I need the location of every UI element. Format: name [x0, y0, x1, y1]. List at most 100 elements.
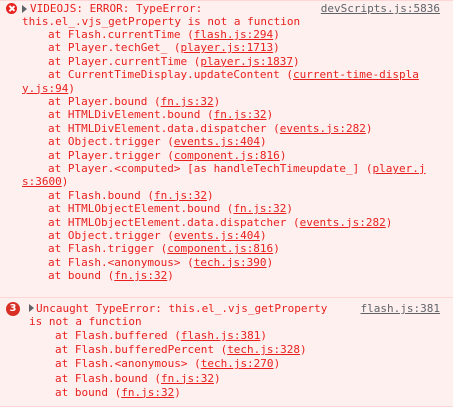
stack-frame-source-link[interactable]: y.js:94 — [22, 82, 68, 95]
stack-frame-source-link[interactable]: s:3600 — [22, 175, 62, 188]
stack-frame-source-link[interactable]: tech.js:270 — [201, 357, 274, 370]
stack-frame-text: at Flash.<anonymous> ( — [55, 357, 201, 371]
stack-frame: at bound (fn.js:32) — [55, 386, 181, 399]
stack-frame-source-link[interactable]: flash.js:381 — [181, 329, 260, 342]
stack-frame-source-link[interactable]: events.js:404 — [174, 135, 260, 148]
stack-frame: at Flash.buffered (flash.js:381) — [55, 329, 267, 342]
stack-frame-suffix: ) — [279, 148, 287, 162]
stack-frame: at Player.currentTime (player.js:1837) — [48, 55, 300, 68]
stack-frame: at Player.bound (fn.js:32) — [48, 95, 220, 108]
stack-frame-suffix: ) — [266, 108, 274, 122]
stack-frame-suffix: ) — [174, 385, 181, 399]
stack-frame-source-link[interactable]: player.j — [373, 162, 426, 175]
expand-arrow-icon[interactable] — [29, 304, 34, 312]
stack-frame-suffix: ) — [259, 229, 267, 242]
stack-frame-text: at Player.<computed> [as handleTechTimeu… — [48, 162, 373, 175]
stack-frame-text: at Player.currentTime ( — [48, 54, 201, 68]
stack-frame-source-link[interactable]: fn.js:32 — [154, 189, 207, 202]
stack-frame-source-link[interactable]: player.js:1837 — [200, 55, 293, 68]
stack-frame-suffix: ) — [286, 202, 294, 216]
stack-frame-text: at HTMLObjectElement.bound ( — [48, 202, 234, 216]
stack-frame-text: at Player.bound ( — [48, 95, 161, 108]
stack-frame-suffix: ) — [167, 269, 174, 283]
stack-frame-suffix: ) — [206, 188, 214, 202]
stack-frame: at CurrentTimeDisplay.updateContent (cur… — [48, 68, 419, 81]
message-source-link[interactable]: devScripts.js:5836 — [321, 2, 440, 15]
message-header: Uncaught TypeError: this.el_.vjs_getProp… — [36, 302, 328, 315]
devtools-console: VIDEOJS: ERROR: TypeError: devScripts.js… — [0, 0, 453, 409]
stack-frame-source-link[interactable]: fn.js:32 — [161, 95, 214, 108]
stack-frame-text: at Flash.bufferedPercent ( — [55, 343, 228, 357]
stack-frame: at Object.trigger (events.js:404) — [48, 229, 267, 242]
stack-frame-text: at HTMLDivElement.data.dispatcher ( — [48, 121, 280, 135]
stack-frame-suffix: ) — [273, 357, 281, 371]
stack-frame-source-link[interactable]: component.js:816 — [174, 149, 280, 162]
stack-frame-text: at HTMLObjectElement.data.dispatcher ( — [48, 215, 300, 229]
stack-frame-text: at bound ( — [48, 269, 115, 283]
stack-frame-text: at HTMLDivElement.bound ( — [48, 108, 214, 122]
stack-frame: at Flash.<anonymous> (tech.js:270) — [55, 357, 280, 370]
stack-frame-text: at Player.trigger ( — [48, 148, 174, 162]
stack-frame: at Flash.currentTime (flash.js:294) — [48, 28, 280, 41]
stack-frame: at Flash.bufferedPercent (tech.js:328) — [55, 343, 307, 356]
stack-frame-text: at Flash.bound ( — [48, 188, 154, 202]
stack-frame-suffix: ) — [273, 41, 280, 55]
stack-frame-suffix: ) — [213, 95, 221, 108]
stack-frame-source-link[interactable]: player.js:1713 — [180, 41, 273, 54]
stack-frame-source-link[interactable]: fn.js:32 — [214, 108, 267, 121]
stack-frame-text: at Flash.<anonymous> ( — [48, 255, 194, 269]
stack-frame-source-link[interactable]: fn.js:32 — [161, 372, 214, 385]
message-text: this.el_.vjs_getProperty is not a functi… — [22, 15, 301, 28]
stack-frame-source-link[interactable]: fn.js:32 — [121, 386, 174, 399]
stack-frame-suffix: ) — [273, 242, 280, 256]
stack-frame: at Flash.bound (fn.js:32) — [55, 372, 221, 385]
stack-frame-suffix: ) — [260, 329, 267, 342]
stack-frame-suffix: ) — [300, 343, 307, 357]
stack-frame-source-link[interactable]: current-time-displa — [293, 68, 419, 81]
stack-frame-source-link[interactable]: events.js:282 — [280, 122, 366, 135]
stack-frame: at Flash.bound (fn.js:32) — [48, 189, 214, 202]
stack-frame-suffix: ) — [273, 28, 280, 41]
stack-frame: at bound (fn.js:32) — [48, 269, 174, 282]
stack-frame-source-link[interactable]: events.js:404 — [174, 229, 260, 242]
stack-frame: at HTMLDivElement.bound (fn.js:32) — [48, 108, 273, 121]
expand-arrow-icon[interactable] — [22, 5, 27, 13]
stack-frame: at HTMLDivElement.data.dispatcher (event… — [48, 122, 373, 135]
stack-frame-source-link[interactable]: component.js:816 — [167, 242, 273, 255]
stack-frame-suffix: ) — [61, 175, 69, 189]
error-count-badge: 3 — [6, 302, 20, 316]
stack-frame-text: at Flash.trigger ( — [48, 242, 168, 256]
stack-frame: at HTMLObjectElement.data.dispatcher (ev… — [48, 216, 392, 229]
stack-frame: at Player.techGet_ (player.js:1713) — [48, 41, 280, 54]
stack-frame-text: at bound ( — [55, 385, 122, 399]
stack-frame-source-link[interactable]: tech.js:328 — [227, 343, 300, 356]
stack-frame-source-link[interactable]: fn.js:32 — [233, 202, 286, 215]
stack-frame-text: at Player.techGet_ ( — [48, 41, 181, 55]
stack-frame: at Player.<computed> [as handleTechTimeu… — [48, 162, 426, 175]
stack-frame: at Object.trigger (events.js:404) — [48, 135, 267, 148]
console-error-message: 3 Uncaught TypeError: this.el_.vjs_getPr… — [0, 297, 453, 407]
stack-frame: at Flash.<anonymous> (tech.js:390) — [48, 256, 273, 269]
stack-frame-text: at Object.trigger ( — [48, 135, 174, 149]
stack-frame-text: at Flash.buffered ( — [55, 329, 181, 342]
stack-frame-source-link[interactable]: flash.js:294 — [194, 28, 273, 41]
stack-frame-text: at CurrentTimeDisplay.updateContent ( — [48, 68, 294, 82]
stack-frame: at Player.trigger (component.js:816) — [48, 149, 286, 162]
console-error-message: VIDEOJS: ERROR: TypeError: devScripts.js… — [0, 0, 453, 297]
stack-frame: s:3600) — [22, 175, 68, 188]
error-x-icon — [6, 3, 17, 14]
stack-frame-source-link[interactable]: fn.js:32 — [114, 269, 167, 282]
stack-frame-suffix: ) — [213, 371, 221, 385]
stack-frame-text: at Object.trigger ( — [48, 229, 174, 242]
stack-frame: at HTMLObjectElement.bound (fn.js:32) — [48, 202, 293, 215]
stack-frame-text: at Flash.bound ( — [55, 371, 161, 385]
message-header: VIDEOJS: ERROR: TypeError: — [30, 2, 203, 15]
stack-frame-source-link[interactable]: tech.js:390 — [194, 256, 267, 269]
stack-frame-suffix: ) — [293, 54, 300, 68]
stack-frame-suffix: ) — [365, 121, 373, 135]
stack-frame: y.js:94) — [22, 82, 75, 95]
stack-frame-text: at Flash.currentTime ( — [48, 28, 194, 41]
message-source-link[interactable]: flash.js:381 — [361, 302, 440, 315]
stack-frame-suffix: ) — [68, 81, 75, 95]
stack-frame-source-link[interactable]: events.js:282 — [300, 216, 386, 229]
